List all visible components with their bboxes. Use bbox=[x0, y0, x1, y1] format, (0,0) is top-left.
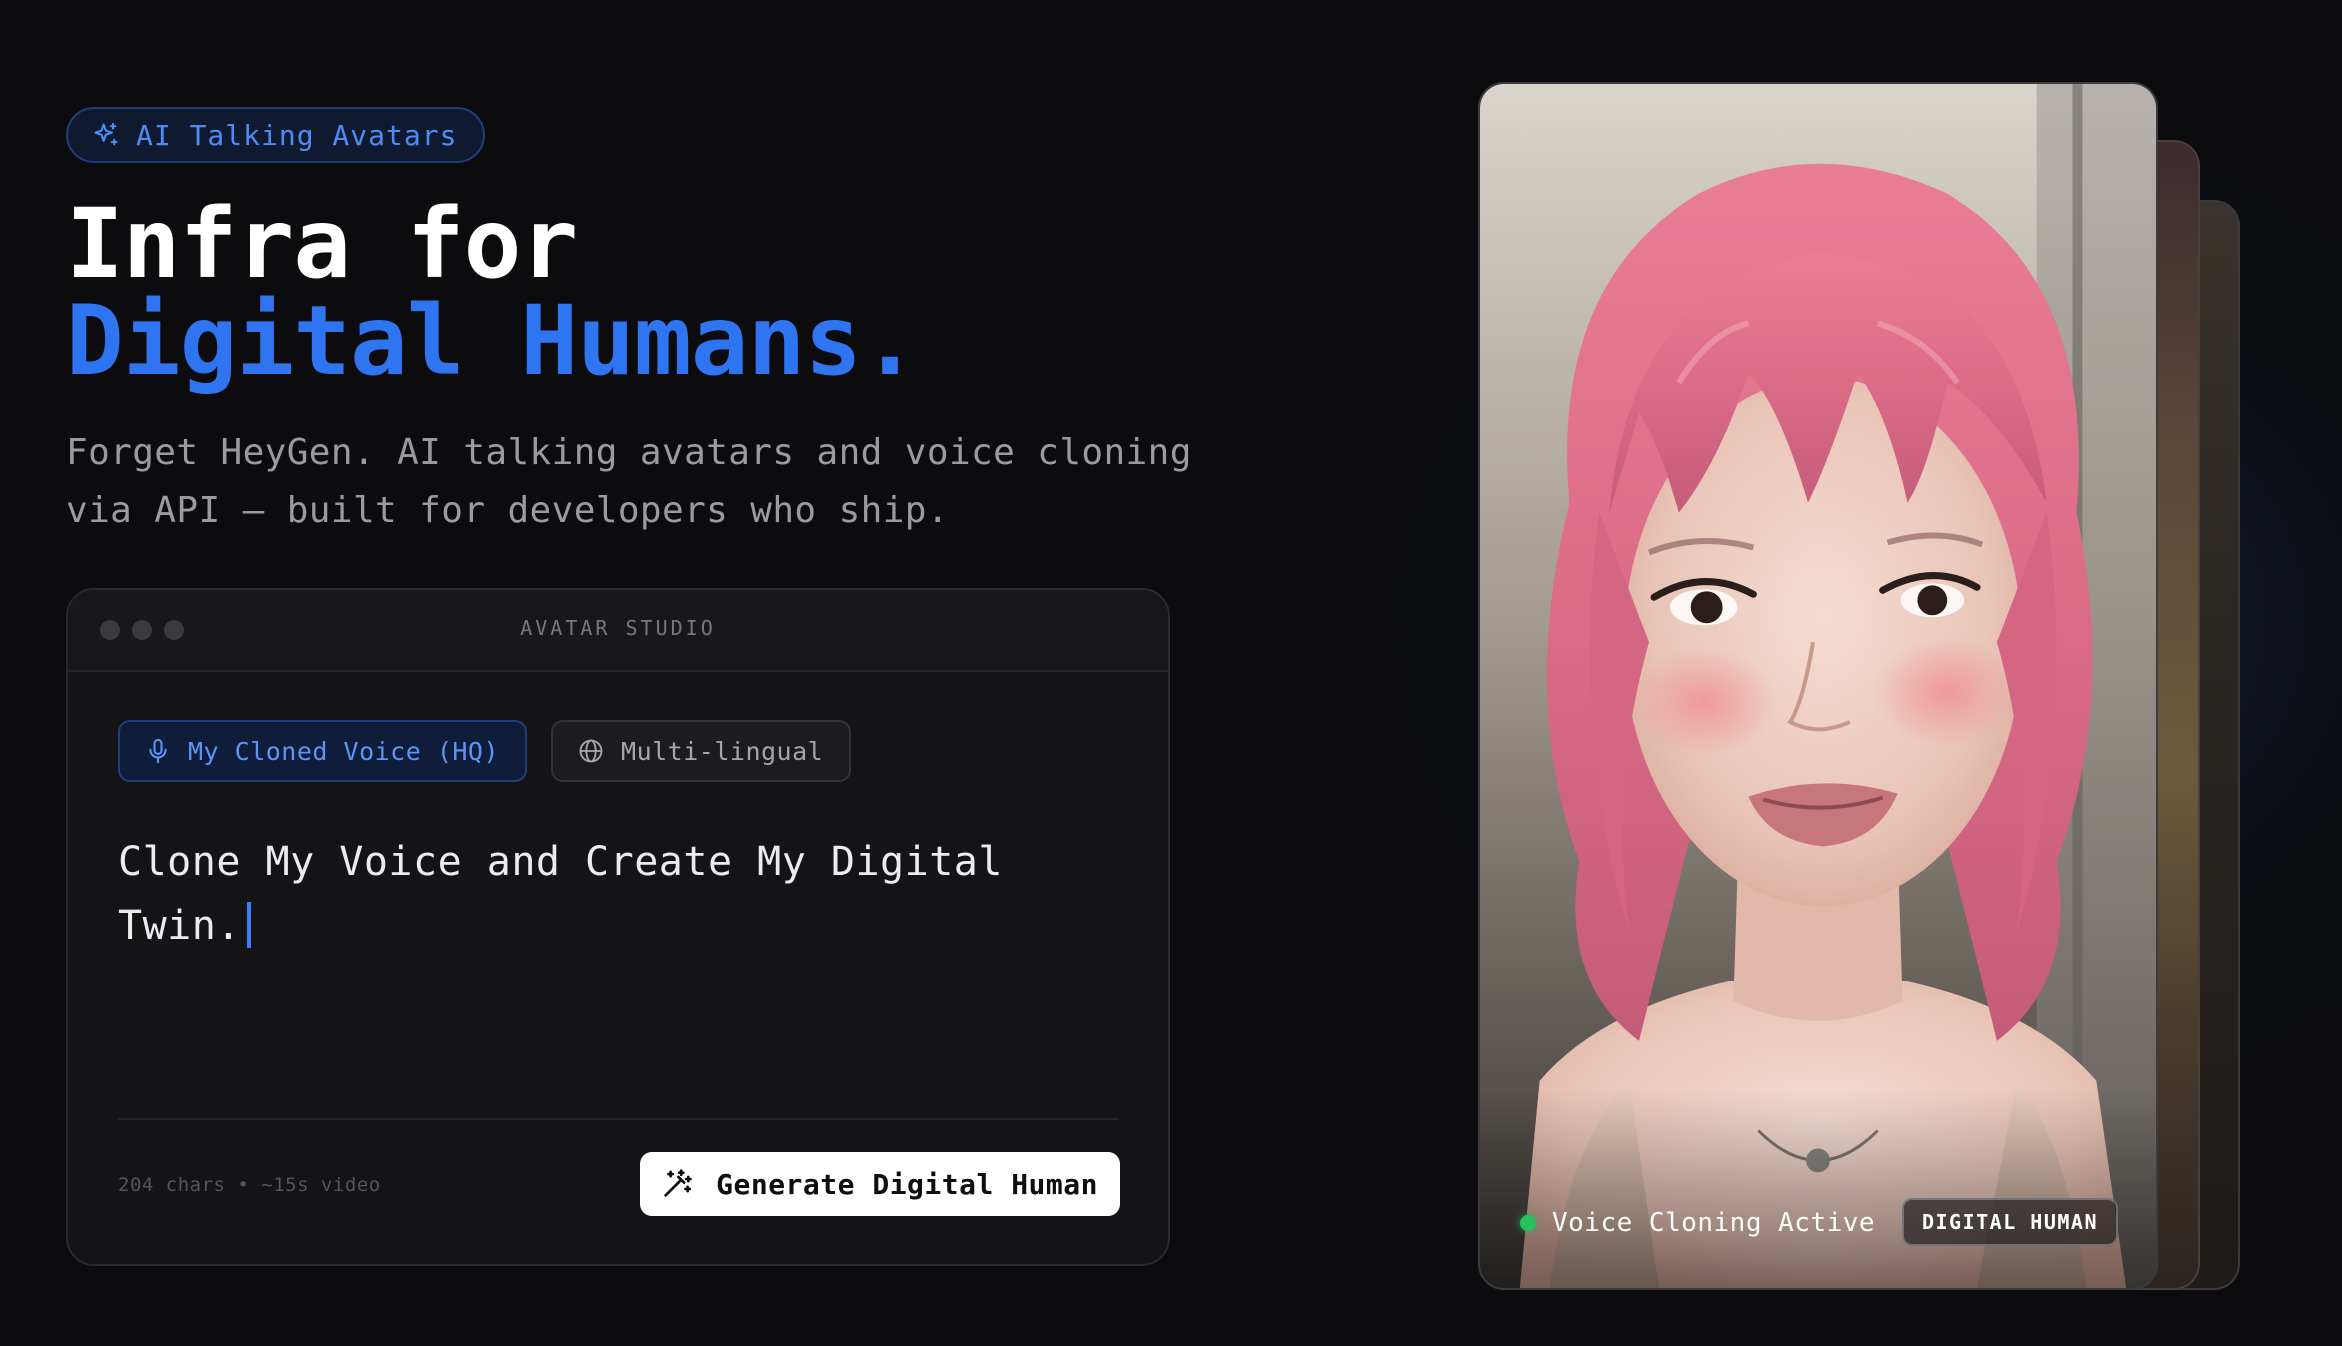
voice-cloning-status-label: Voice Cloning Active bbox=[1552, 1208, 1876, 1238]
prompt-meta: 204 chars • ~15s video bbox=[118, 1174, 381, 1196]
prompt-input[interactable]: Clone My Voice and Create My Digital Twi… bbox=[118, 830, 1078, 958]
status-dot-icon bbox=[1520, 1215, 1536, 1231]
text-caret bbox=[246, 902, 251, 948]
sparkles-icon bbox=[92, 121, 120, 149]
multilingual-chip-label: Multi-lingual bbox=[621, 736, 824, 766]
avatar-caption-gradient bbox=[1480, 1088, 2156, 1288]
landing-page: AI Talking Avatars Infra for Digital Hum… bbox=[0, 0, 2342, 1346]
studio-options: My Cloned Voice (HQ) Multi-lingual bbox=[118, 720, 852, 782]
avatar-studio-panel: AVATAR STUDIO My Cloned Voice (HQ) Multi… bbox=[66, 588, 1170, 1266]
microphone-icon bbox=[144, 737, 172, 765]
magic-wand-icon bbox=[660, 1167, 694, 1201]
page-title: Infra for Digital Humans. bbox=[66, 188, 919, 397]
digital-human-tag: DIGITAL HUMAN bbox=[1901, 1198, 2118, 1246]
page-title-line1: Infra for bbox=[66, 188, 578, 300]
studio-divider bbox=[118, 1118, 1118, 1120]
cloned-voice-chip-label: My Cloned Voice (HQ) bbox=[188, 736, 500, 766]
globe-icon bbox=[577, 737, 605, 765]
page-title-line2: Digital Humans. bbox=[66, 285, 919, 397]
cloned-voice-chip[interactable]: My Cloned Voice (HQ) bbox=[118, 720, 528, 782]
generate-button-label: Generate Digital Human bbox=[716, 1167, 1098, 1201]
generate-digital-human-button[interactable]: Generate Digital Human bbox=[640, 1152, 1120, 1216]
multilingual-chip[interactable]: Multi-lingual bbox=[551, 720, 852, 782]
studio-title: AVATAR STUDIO bbox=[520, 616, 716, 640]
studio-title-bar: AVATAR STUDIO bbox=[68, 590, 1168, 672]
page-subtitle: Forget HeyGen. AI talking avatars and vo… bbox=[66, 432, 1192, 531]
avatar-video-card[interactable]: Voice Cloning Active DIGITAL HUMAN bbox=[1478, 82, 2158, 1290]
hero-badge-label: AI Talking Avatars bbox=[136, 118, 458, 152]
voice-cloning-status: Voice Cloning Active bbox=[1520, 1208, 1875, 1238]
hero-badge: AI Talking Avatars bbox=[66, 107, 486, 163]
